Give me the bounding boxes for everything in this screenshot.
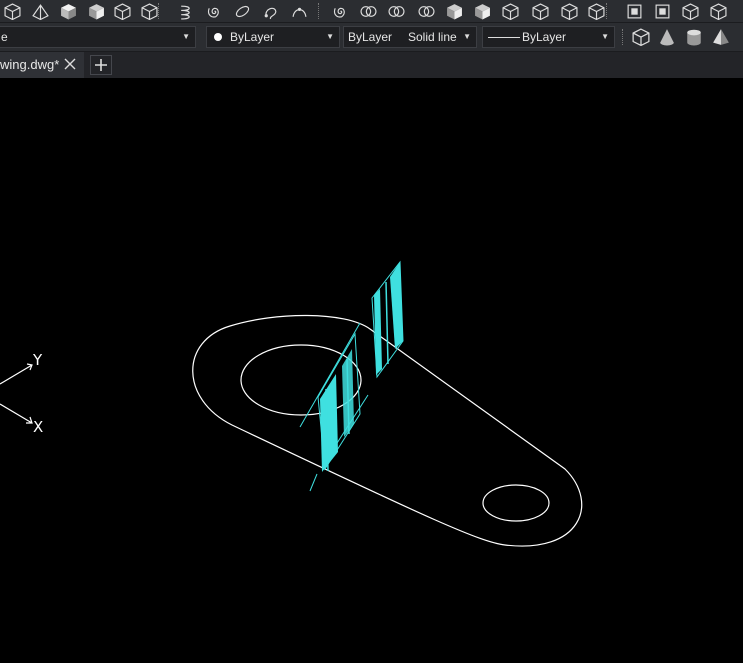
spiral-icon: [207, 7, 219, 18]
box-face-icon: [474, 3, 490, 19]
close-icon[interactable]: [64, 58, 76, 70]
cube-front-button[interactable]: [139, 1, 159, 21]
tab-drawing[interactable]: wing.dwg*: [0, 52, 84, 78]
section-plane-highlight: [299, 260, 404, 492]
linetype-dropdown[interactable]: ByLayer Solid line ▼: [343, 26, 477, 48]
tab-drawing-label: wing.dwg*: [0, 57, 60, 72]
box-move-icon: [627, 4, 641, 18]
ucs-y-label: Y: [33, 351, 43, 369]
box-open-button[interactable]: [500, 1, 520, 21]
cube-front-icon: [140, 2, 158, 20]
box-copy-button[interactable]: [652, 1, 672, 21]
subtract-button[interactable]: [416, 1, 436, 21]
lineweight-dropdown[interactable]: ByLayer ▼: [482, 26, 615, 48]
color-swatch-icon: [214, 33, 222, 41]
subtract-icon: [417, 5, 435, 17]
box-gray-button[interactable]: [444, 1, 464, 21]
chevron-down-icon: ▼: [182, 32, 190, 41]
properties-bar: e ▼ ByLayer ▼ ByLayer Solid line ▼ ByLay…: [0, 23, 743, 52]
ucs-x-label: X: [33, 418, 44, 436]
lineweight-value: ByLayer: [522, 30, 567, 44]
chevron-down-icon: ▼: [326, 32, 334, 41]
cube-wire-icon: [113, 2, 131, 20]
box-array-button[interactable]: [559, 1, 579, 21]
box-gray-icon: [446, 3, 462, 19]
cube-wire-button[interactable]: [112, 1, 132, 21]
intersect-icon: [387, 5, 405, 17]
lasso-icon: [264, 7, 276, 19]
toolbar-separator: [158, 3, 160, 19]
toolbar-3d: [0, 0, 743, 23]
box-primitive-button[interactable]: [632, 28, 650, 47]
frame-icon: [681, 2, 699, 20]
document-tab-bar: wing.dwg*: [0, 52, 743, 78]
toolbar-separator: [622, 29, 624, 45]
spiral-button[interactable]: [204, 1, 224, 21]
cone-primitive-icon: [660, 29, 674, 46]
color-dropdown[interactable]: ByLayer ▼: [206, 26, 340, 48]
linetype-value: ByLayer: [348, 30, 393, 44]
layer-dropdown[interactable]: e ▼: [0, 26, 196, 48]
box-open-icon: [501, 2, 519, 20]
arc-point-button[interactable]: [289, 1, 309, 21]
lasso-button[interactable]: [260, 1, 280, 21]
ellipse-rotate-icon: [235, 5, 249, 17]
lineweight-sample-icon: [488, 37, 520, 38]
union-button[interactable]: [358, 1, 378, 21]
helix-button[interactable]: [176, 1, 196, 21]
box-hinge-button[interactable]: [708, 1, 728, 21]
arc-point-icon: [292, 7, 306, 17]
wedge-outline-button[interactable]: [30, 1, 50, 21]
pyramid-primitive-button[interactable]: [712, 28, 730, 46]
cube-shaded-icon: [88, 3, 104, 19]
color-value: ByLayer: [230, 30, 275, 44]
intersect-button[interactable]: [386, 1, 406, 21]
box-hinge-icon: [709, 2, 727, 20]
box-slice-button[interactable]: [530, 1, 550, 21]
box-lock-icon: [587, 2, 605, 20]
helix-icon: [180, 5, 190, 20]
cylinder-primitive-button[interactable]: [685, 28, 703, 46]
cube-solid-icon: [60, 3, 76, 19]
cube-solid-button[interactable]: [58, 1, 78, 21]
small-hole: [482, 484, 550, 522]
box-edge-icon: [3, 2, 21, 20]
cylinder-primitive-icon: [687, 29, 701, 46]
box-primitive-icon: [632, 28, 650, 47]
toolbar-separator: [606, 3, 608, 19]
linetype-style: Solid line: [408, 30, 457, 44]
new-tab-button[interactable]: [90, 55, 112, 75]
box-face-button[interactable]: [472, 1, 492, 21]
ucs-icon: [0, 363, 33, 424]
box-copy-icon: [655, 4, 669, 18]
frame-button[interactable]: [680, 1, 700, 21]
box-edge-button[interactable]: [2, 1, 22, 21]
box-move-button[interactable]: [624, 1, 644, 21]
cube-shaded-button[interactable]: [86, 1, 106, 21]
box-array-icon: [560, 2, 578, 20]
plus-icon: [95, 59, 107, 71]
box-lock-button[interactable]: [586, 1, 606, 21]
swirl-button[interactable]: [330, 1, 350, 21]
toolbar-separator: [318, 3, 320, 19]
ellipse-rotate-button[interactable]: [232, 1, 252, 21]
chevron-down-icon: ▼: [463, 32, 471, 41]
swirl-icon: [333, 7, 345, 18]
box-slice-icon: [531, 2, 549, 20]
chevron-down-icon: ▼: [601, 32, 609, 41]
cone-primitive-button[interactable]: [658, 28, 676, 46]
union-icon: [359, 5, 377, 17]
wedge-outline-icon: [31, 3, 49, 20]
pyramid-primitive-icon: [713, 29, 729, 45]
drawing-viewport[interactable]: [0, 79, 743, 663]
layer-value: e: [1, 30, 8, 44]
